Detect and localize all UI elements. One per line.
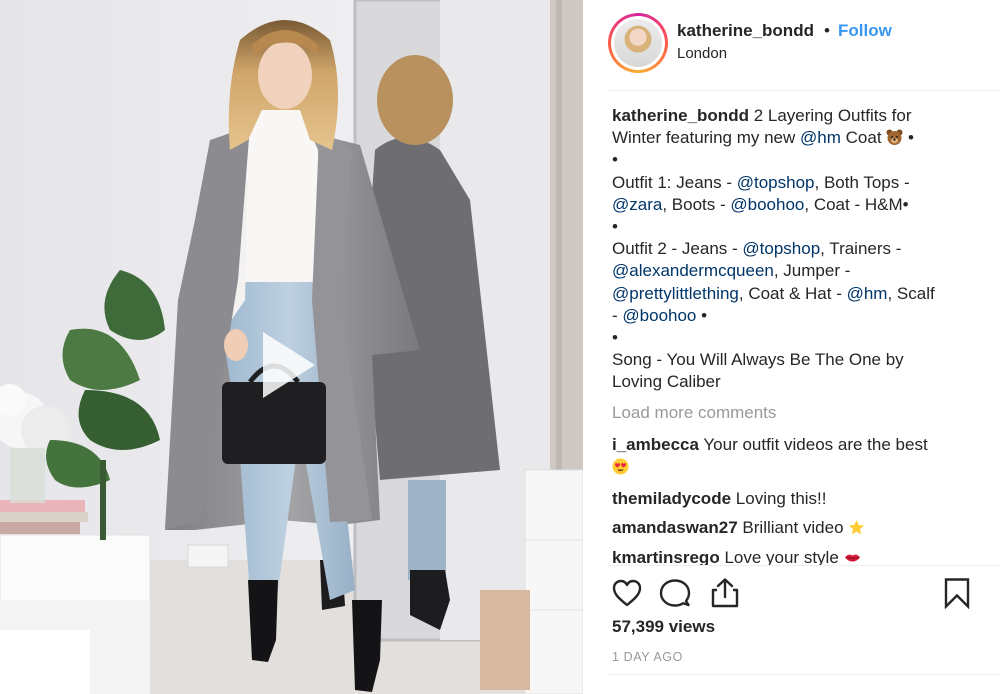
caption-line: • bbox=[612, 217, 618, 237]
caption-text: , Coat & Hat - bbox=[738, 283, 842, 303]
caption-line: Song - You Will Always Be The One by bbox=[612, 350, 904, 370]
caption-line: • bbox=[612, 328, 618, 348]
avatar-frame bbox=[611, 16, 665, 70]
mention-link[interactable]: @boohoo bbox=[730, 195, 804, 214]
mention-link[interactable]: @topshop bbox=[737, 173, 815, 192]
comment-bubble-icon bbox=[659, 579, 691, 607]
comment-item: kmartinsrego Love your style bbox=[612, 547, 972, 565]
play-icon bbox=[263, 332, 315, 398]
star-emoji bbox=[849, 520, 865, 535]
caption-text: , Both Tops - bbox=[814, 172, 910, 192]
caption-line: • bbox=[612, 150, 618, 170]
caption-line: - @boohoo • bbox=[612, 305, 972, 327]
location-link[interactable]: London bbox=[677, 45, 727, 62]
follow-button[interactable]: Follow bbox=[838, 21, 892, 41]
mention-link[interactable]: @alexandermcqueen bbox=[612, 261, 774, 280]
post-timestamp: 1 DAY AGO bbox=[612, 650, 683, 664]
heart-eyes-emoji bbox=[612, 458, 629, 475]
caption-text: , Coat - H&M• bbox=[804, 194, 909, 214]
caption-text: 2 Layering Outfits for bbox=[753, 106, 912, 125]
view-count[interactable]: 57,399 views bbox=[612, 617, 715, 637]
caption-text: • bbox=[908, 128, 914, 148]
header-separator: • bbox=[824, 21, 830, 40]
mention-link[interactable]: @topshop bbox=[742, 239, 820, 258]
comment-username[interactable]: amandaswan27 bbox=[612, 518, 738, 537]
caption-text: , Boots - bbox=[662, 194, 726, 214]
comment-item: themiladycode Loving this!! bbox=[612, 488, 972, 510]
mention-link[interactable]: @zara bbox=[612, 195, 662, 214]
comment-username[interactable]: kmartinsrego bbox=[612, 548, 720, 565]
caption-text: , Jumper - bbox=[773, 261, 851, 281]
caption-text: - bbox=[612, 305, 618, 325]
comment-text: Brilliant video bbox=[742, 518, 844, 538]
save-button[interactable] bbox=[941, 577, 973, 610]
caption-line: Loving Caliber bbox=[612, 372, 721, 392]
play-button[interactable] bbox=[241, 322, 327, 408]
comment-item: amandaswan27 Brilliant video bbox=[612, 517, 972, 539]
caption-line: Outfit 2 - Jeans - @topshop, Trainers - bbox=[612, 238, 972, 260]
post-details-panel: katherine_bondd • Follow London katherin… bbox=[583, 0, 1000, 694]
lips-emoji bbox=[844, 554, 860, 562]
caption-line: Winter featuring my new @hm Coat • bbox=[612, 127, 972, 149]
comment-text: Love your style bbox=[724, 547, 839, 565]
mention-link[interactable]: @prettylittlething bbox=[612, 284, 739, 303]
comment-item: i_ambecca Your outfit videos are the bes… bbox=[612, 434, 972, 478]
comment-text: Loving this!! bbox=[735, 489, 827, 509]
like-button[interactable] bbox=[611, 577, 643, 609]
caption: katherine_bondd 2 Layering Outfits for W… bbox=[612, 105, 972, 394]
post-header: katherine_bondd • Follow London bbox=[583, 0, 1000, 90]
avatar-image bbox=[614, 19, 662, 67]
caption-text: , Scalf bbox=[887, 283, 935, 303]
action-bar bbox=[583, 565, 1000, 615]
caption-text: Winter featuring my new bbox=[612, 128, 796, 148]
share-button[interactable] bbox=[709, 577, 741, 609]
caption-text: • bbox=[701, 305, 708, 325]
caption-line: Outfit 1: Jeans - @topshop, Both Tops - bbox=[612, 172, 972, 194]
comment-text: Your outfit videos are the best bbox=[703, 434, 928, 454]
bookmark-icon bbox=[944, 578, 970, 610]
caption-username[interactable]: katherine_bondd bbox=[612, 106, 749, 125]
header-divider bbox=[608, 90, 1000, 91]
load-more-comments-button[interactable]: Load more comments bbox=[612, 402, 972, 424]
bear-face-emoji bbox=[886, 129, 903, 146]
share-icon bbox=[711, 578, 739, 608]
comment-username[interactable]: i_ambecca bbox=[612, 435, 699, 454]
footer-divider bbox=[608, 674, 1000, 675]
caption-line: @alexandermcqueen, Jumper - bbox=[612, 260, 972, 282]
avatar[interactable] bbox=[608, 13, 668, 73]
caption-line: katherine_bondd 2 Layering Outfits for bbox=[612, 105, 972, 127]
caption-text: , Trainers - bbox=[820, 239, 902, 259]
comment-button[interactable] bbox=[659, 577, 691, 609]
mention-link[interactable]: @boohoo bbox=[622, 306, 696, 325]
caption-text: Coat bbox=[845, 128, 882, 148]
heart-icon bbox=[612, 579, 642, 607]
caption-line: @prettylittlething, Coat & Hat - @hm, Sc… bbox=[612, 283, 972, 305]
mention-link[interactable]: @hm bbox=[800, 128, 841, 147]
video-player[interactable] bbox=[0, 0, 583, 694]
comments-list[interactable]: katherine_bondd 2 Layering Outfits for W… bbox=[612, 105, 972, 565]
caption-text: Outfit 1: Jeans - bbox=[612, 172, 732, 192]
header-username[interactable]: katherine_bondd bbox=[677, 21, 814, 41]
caption-text: Outfit 2 - Jeans - bbox=[612, 239, 738, 259]
caption-line: @zara, Boots - @boohoo, Coat - H&M• bbox=[612, 194, 972, 216]
comment-username[interactable]: themiladycode bbox=[612, 489, 731, 508]
mention-link[interactable]: @hm bbox=[847, 284, 888, 303]
